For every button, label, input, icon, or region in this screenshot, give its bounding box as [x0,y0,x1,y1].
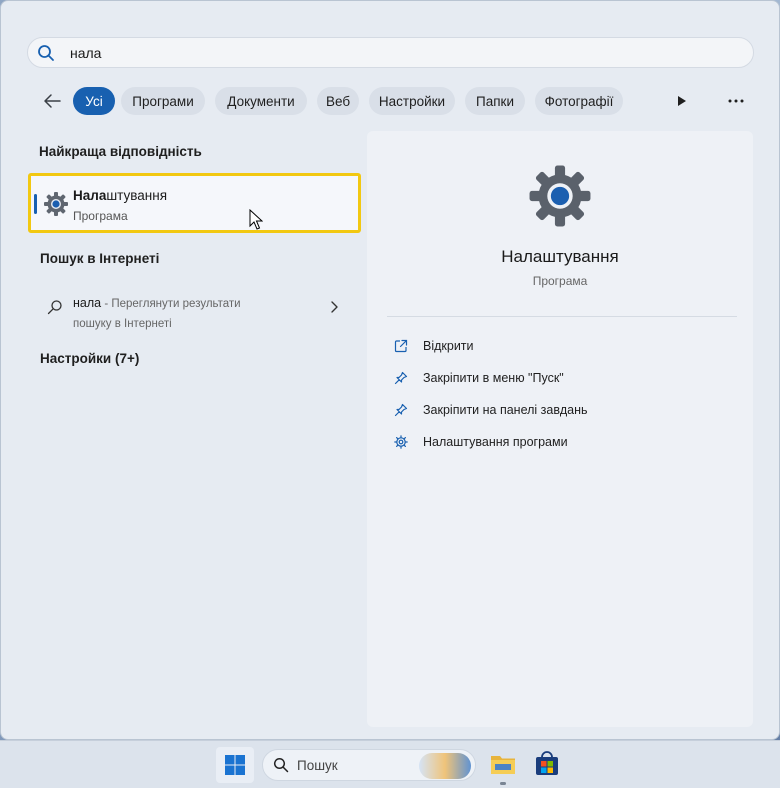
action-pin-taskbar[interactable]: Закріпити на панелі завдань [393,398,588,422]
tab-documents[interactable]: Документи [215,87,307,115]
search-input[interactable] [70,43,730,63]
start-button[interactable] [216,747,254,783]
app-name-rest: штування [106,188,168,203]
tab-folders[interactable]: Папки [465,87,525,115]
selection-indicator [34,194,37,214]
chevron-right-icon [331,301,338,313]
ellipsis-icon [728,99,744,103]
start-icon [225,755,245,775]
search-icon [47,300,62,315]
app-name: Налаштування [73,188,167,203]
action-open[interactable]: Відкрити [393,334,474,358]
best-match-heading: Найкраща відповідність [39,144,202,159]
action-open-label: Відкрити [423,339,474,353]
more-tabs-button[interactable] [667,87,697,115]
app-type: Програма [73,209,128,223]
preview-pane: Налаштування Програма Відкрити Закріпити… [367,131,753,727]
settings-gear-icon [529,165,591,227]
store-icon[interactable] [532,749,562,779]
action-pin-taskbar-label: Закріпити на панелі завдань [423,403,588,417]
tab-web[interactable]: Веб [317,87,359,115]
pin-icon [394,371,408,385]
search-box[interactable] [27,37,754,68]
tab-settings[interactable]: Настройки [369,87,455,115]
search-panel: Усі Програми Документи Веб Настройки Пап… [0,0,780,740]
search-highlight-image [419,753,471,779]
settings-gear-icon [44,192,68,216]
taskbar: Пошук [0,740,780,788]
arrow-left-icon [44,94,61,108]
overflow-menu-button[interactable] [721,87,751,115]
preview-subtitle: Програма [532,274,588,288]
divider [387,316,737,317]
mouse-cursor-icon [249,209,263,230]
action-pin-start[interactable]: Закріпити в меню "Пуск" [393,366,564,390]
web-search-text: нала - Переглянути результати пошуку в І… [73,293,273,334]
action-pin-start-label: Закріпити в меню "Пуск" [423,371,564,385]
gear-icon [394,435,408,449]
action-app-settings-label: Налаштування програми [423,435,568,449]
file-explorer-icon[interactable] [488,749,518,779]
back-button[interactable] [37,85,67,117]
taskbar-search-placeholder: Пошук [297,758,338,773]
web-search-heading: Пошук в Інтернеті [40,251,160,266]
action-app-settings[interactable]: Налаштування програми [393,430,568,454]
web-search-item[interactable]: нала - Переглянути результати пошуку в І… [39,286,349,334]
tab-photos[interactable]: Фотографії [535,87,623,115]
pin-icon [394,403,408,417]
play-icon [678,96,686,106]
app-name-match: Нала [73,188,107,203]
open-external-icon [394,339,408,353]
tab-all[interactable]: Усі [73,87,115,115]
filter-bar: Усі Програми Документи Веб Настройки Пап… [37,85,757,117]
best-match-item[interactable]: Налаштування Програма [28,173,361,233]
tab-apps[interactable]: Програми [121,87,205,115]
web-search-query: нала [73,296,102,310]
running-indicator [500,782,506,785]
preview-title: Налаштування [501,247,619,266]
search-icon [273,757,289,773]
search-icon [38,45,54,61]
taskbar-search[interactable]: Пошук [262,749,476,781]
settings-section-heading[interactable]: Настройки (7+) [40,351,139,366]
